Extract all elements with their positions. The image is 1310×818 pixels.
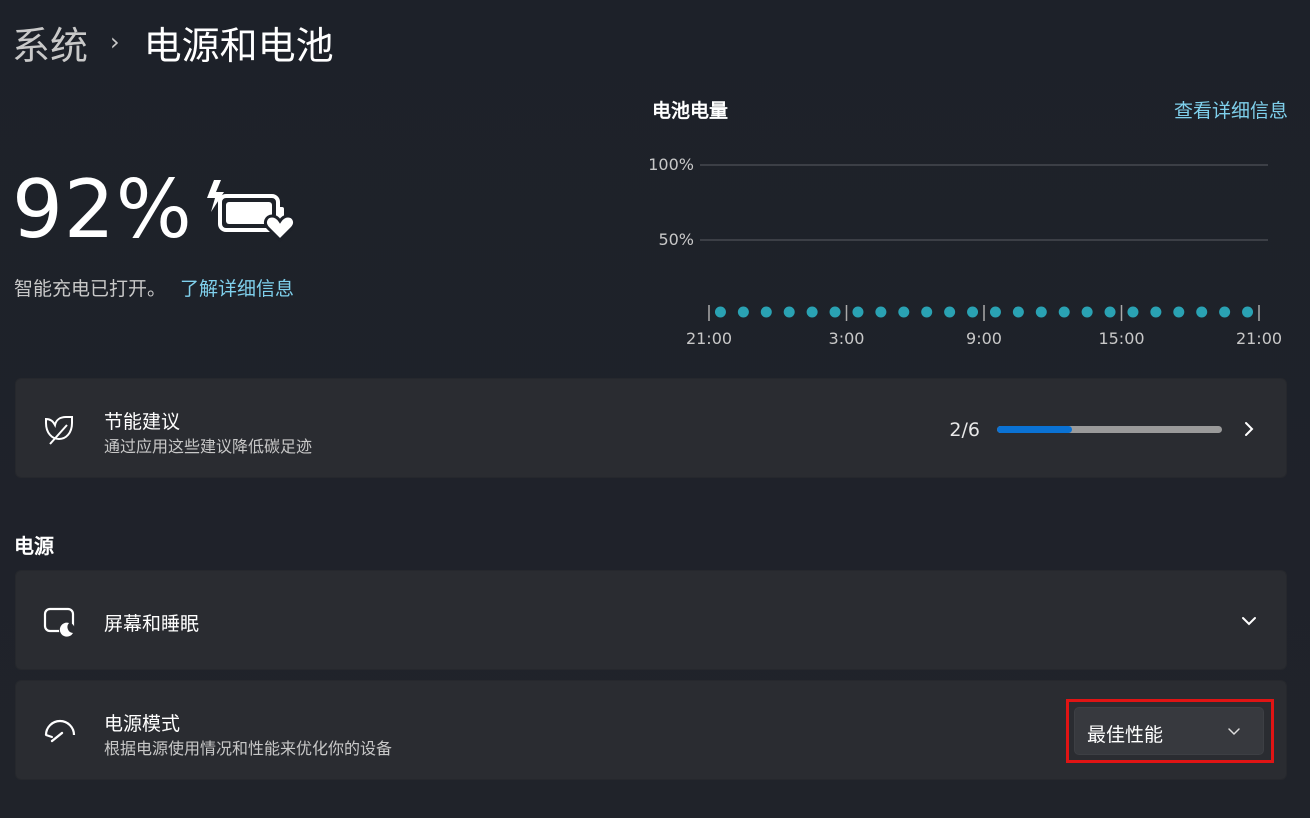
battery-level-point[interactable] <box>1035 306 1047 318</box>
battery-level-point[interactable] <box>852 306 864 318</box>
chart-x-tick-label: 9:00 <box>966 329 1002 348</box>
battery-level-point[interactable] <box>714 306 726 318</box>
chevron-right-icon: › <box>110 28 120 56</box>
battery-chart-title: 电池电量 <box>652 100 729 122</box>
battery-level-point[interactable] <box>1150 306 1162 318</box>
battery-level-point[interactable] <box>806 306 818 318</box>
battery-level-point[interactable] <box>921 306 933 318</box>
battery-level-point[interactable] <box>1058 306 1070 318</box>
power-mode-dropdown[interactable]: 最佳性能 <box>1074 707 1264 755</box>
battery-level-point[interactable] <box>1196 306 1208 318</box>
energy-recommendations-title: 节能建议 <box>104 411 181 433</box>
energy-recommendations-card[interactable]: 节能建议 通过应用这些建议降低碳足迹 2/6 <box>15 378 1287 478</box>
battery-level-point[interactable] <box>1173 306 1185 318</box>
recommendations-progress-count: 2/6 <box>949 419 980 441</box>
battery-level-point[interactable] <box>944 306 956 318</box>
battery-level-point[interactable] <box>1104 306 1116 318</box>
battery-level-point[interactable] <box>1219 306 1231 318</box>
breadcrumb-parent-system[interactable]: 系统 <box>12 15 88 70</box>
chart-y-tick-label: 50% <box>658 230 694 249</box>
chart-x-tick-label: 21:00 <box>1236 329 1282 348</box>
battery-level-chart: 100% 50% 21:00 3:00 9:00 15:00 21:00 <box>648 155 1282 348</box>
page-title: 电源和电池 <box>143 23 334 68</box>
chart-x-tick-label: 3:00 <box>829 329 865 348</box>
smart-charging-row: 智能充电已打开。 了解详细信息 <box>14 274 294 301</box>
power-mode-title: 电源模式 <box>104 713 181 735</box>
chart-x-tick-label: 15:00 <box>1098 329 1144 348</box>
battery-level-point[interactable] <box>875 306 887 318</box>
battery-level-point[interactable] <box>829 306 841 318</box>
recommendations-progress-fill <box>997 426 1072 433</box>
breadcrumb: 系统 › 电源和电池 <box>12 14 334 70</box>
chevron-down-icon[interactable] <box>1240 612 1258 630</box>
battery-level-point[interactable] <box>898 306 910 318</box>
chevron-right-icon <box>1245 422 1254 436</box>
battery-level-point[interactable] <box>1081 306 1093 318</box>
leaf-icon <box>45 416 73 445</box>
power-mode-subtitle: 根据电源使用情况和性能来优化你的设备 <box>104 739 393 758</box>
energy-recommendations-subtitle: 通过应用这些建议降低碳足迹 <box>104 437 313 456</box>
power-mode-selected-value: 最佳性能 <box>1087 724 1164 746</box>
chart-y-tick-label: 100% <box>648 155 694 174</box>
battery-level-point[interactable] <box>1012 306 1024 318</box>
chevron-down-icon <box>1228 728 1240 736</box>
power-battery-page: 系统 › 电源和电池 92% 智能充电已打开。 了解详细信息 电池电量 查看详细… <box>0 0 1310 818</box>
battery-level-point[interactable] <box>737 306 749 318</box>
smart-charging-status: 智能充电已打开。 <box>14 278 167 300</box>
battery-level-point[interactable] <box>783 306 795 318</box>
recommendations-progress-bar <box>997 426 1222 433</box>
battery-level-point[interactable] <box>760 306 772 318</box>
view-details-link[interactable]: 查看详细信息 <box>1174 96 1288 123</box>
screen-sleep-card[interactable]: 屏幕和睡眠 <box>15 570 1287 670</box>
battery-level-point[interactable] <box>1127 306 1139 318</box>
battery-level-point[interactable] <box>989 306 1001 318</box>
battery-charging-heart-icon <box>207 180 296 242</box>
learn-more-link[interactable]: 了解详细信息 <box>180 274 294 301</box>
chart-x-tick-label: 21:00 <box>686 329 732 348</box>
screen-sleep-icon <box>43 607 75 638</box>
screen-sleep-title: 屏幕和睡眠 <box>104 613 200 635</box>
power-section-title: 电源 <box>14 534 54 558</box>
battery-level-point[interactable] <box>967 306 979 318</box>
battery-percentage: 92% <box>12 163 193 256</box>
speedometer-icon <box>44 719 76 743</box>
battery-level-point[interactable] <box>1242 306 1254 318</box>
